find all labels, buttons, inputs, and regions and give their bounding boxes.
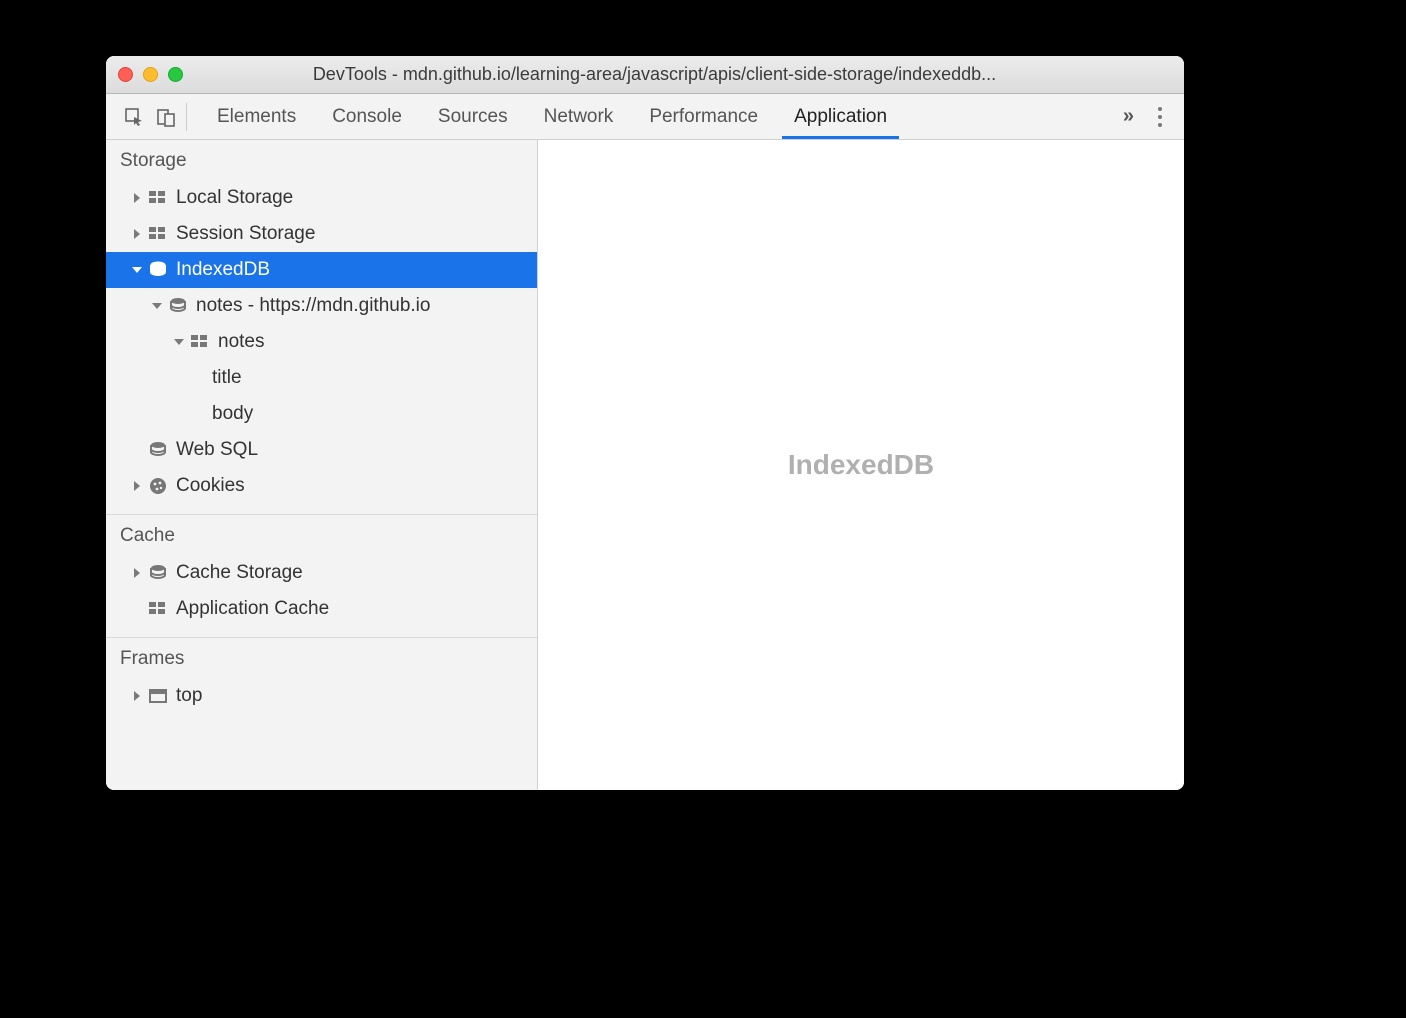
table-icon (148, 224, 168, 244)
database-icon (168, 296, 188, 316)
tree-item-label: Session Storage (176, 223, 315, 245)
tree-item-label: Local Storage (176, 187, 293, 209)
tree-item-label: Cookies (176, 475, 245, 497)
tree-item-label: top (176, 685, 202, 707)
tree-item-label: Application Cache (176, 598, 329, 620)
inspect-element-icon[interactable] (124, 107, 144, 127)
device-toolbar-icon[interactable] (156, 107, 176, 127)
section-header-cache: Cache (106, 514, 537, 555)
tree-item-label: IndexedDB (176, 259, 270, 281)
tree-item-label: Cache Storage (176, 562, 303, 584)
disclosure-icon (152, 303, 162, 309)
tree-item-idb-database[interactable]: notes - https://mdn.github.io (106, 288, 537, 324)
disclosure-icon (134, 481, 140, 491)
table-icon (148, 188, 168, 208)
devtools-window: DevTools - mdn.github.io/learning-area/j… (106, 56, 1184, 790)
tab-sources[interactable]: Sources (420, 94, 526, 139)
tree-item-session-storage[interactable]: Session Storage (106, 216, 537, 252)
database-icon (148, 440, 168, 460)
section-header-storage: Storage (106, 140, 537, 180)
more-options-icon[interactable] (1150, 103, 1166, 131)
tree-item-web-sql[interactable]: Web SQL (106, 432, 537, 468)
disclosure-icon (134, 229, 140, 239)
tab-console[interactable]: Console (314, 94, 420, 139)
tree-item-label: body (212, 403, 253, 425)
table-icon (148, 599, 168, 619)
tree-item-index-title[interactable]: title (106, 360, 537, 396)
frame-icon (148, 686, 168, 706)
tab-performance[interactable]: Performance (631, 94, 776, 139)
toolbar: Elements Console Sources Network Perform… (106, 94, 1184, 140)
tab-application[interactable]: Application (776, 94, 905, 139)
database-icon (148, 260, 168, 280)
disclosure-icon (134, 691, 140, 701)
titlebar: DevTools - mdn.github.io/learning-area/j… (106, 56, 1184, 94)
window-title: DevTools - mdn.github.io/learning-area/j… (137, 64, 1172, 85)
tree-item-index-body[interactable]: body (106, 396, 537, 432)
disclosure-icon (132, 267, 142, 273)
database-icon (148, 563, 168, 583)
panel-body: Storage Local Storage Session Storage (106, 140, 1184, 790)
tree-item-local-storage[interactable]: Local Storage (106, 180, 537, 216)
application-sidebar: Storage Local Storage Session Storage (106, 140, 538, 790)
disclosure-icon (134, 568, 140, 578)
disclosure-icon (174, 339, 184, 345)
tab-elements[interactable]: Elements (199, 94, 314, 139)
toolbar-right: » (1123, 103, 1176, 131)
table-icon (190, 332, 210, 352)
overflow-tabs-icon[interactable]: » (1123, 105, 1132, 128)
tree-item-label: title (212, 367, 242, 389)
main-heading: IndexedDB (788, 449, 934, 481)
tree-item-label: Web SQL (176, 439, 258, 461)
tree-item-cache-storage[interactable]: Cache Storage (106, 555, 537, 591)
section-header-frames: Frames (106, 637, 537, 678)
tree-item-idb-store[interactable]: notes (106, 324, 537, 360)
tree-item-indexeddb[interactable]: IndexedDB (106, 252, 537, 288)
disclosure-icon (134, 193, 140, 203)
tree-item-label: notes (218, 331, 264, 353)
tree-item-application-cache[interactable]: Application Cache (106, 591, 537, 627)
tab-strip: Elements Console Sources Network Perform… (199, 94, 1123, 139)
tab-network[interactable]: Network (526, 94, 632, 139)
close-icon[interactable] (118, 67, 133, 82)
tree-item-frame-top[interactable]: top (106, 678, 537, 714)
tree-item-cookies[interactable]: Cookies (106, 468, 537, 504)
cookie-icon (148, 476, 168, 496)
main-content: IndexedDB (538, 140, 1184, 790)
tree-item-label: notes - https://mdn.github.io (196, 295, 430, 317)
toolbar-left-icons (114, 103, 187, 131)
